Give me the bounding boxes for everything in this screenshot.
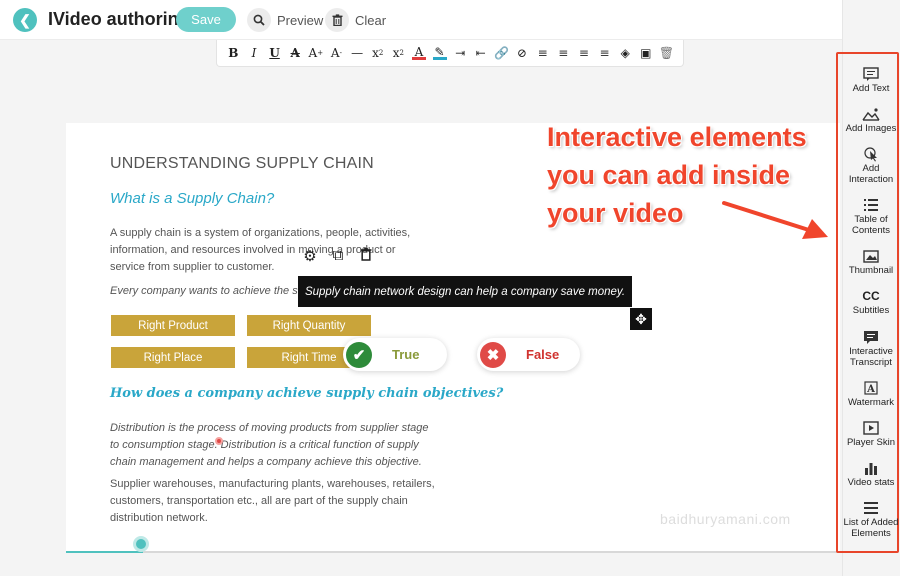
sidebar-item-label: Table of Contents: [851, 214, 891, 236]
interaction-question[interactable]: Supply chain network design can help a c…: [298, 276, 632, 307]
list-icon: [864, 197, 878, 213]
paragraph-network: Supplier warehouses, manufacturing plant…: [110, 478, 435, 524]
link-icon[interactable]: 🔗: [494, 45, 509, 61]
sidebar-item-label: Subtitles: [852, 305, 890, 316]
watermark-icon: A: [864, 380, 878, 396]
justify-icon[interactable]: ≡: [598, 45, 612, 61]
outdent-icon[interactable]: ⇤: [474, 45, 488, 61]
bold-icon[interactable]: B: [226, 45, 240, 61]
preview-label: Preview: [277, 12, 324, 28]
top-bar: ❮ IVideo authoring Save Preview Clear: [0, 0, 842, 40]
picture-icon: [863, 248, 879, 264]
search-icon: [247, 8, 271, 32]
sidebar-item-add-interaction[interactable]: Add Interaction: [842, 146, 900, 185]
trash-icon[interactable]: [359, 247, 373, 265]
delete-icon[interactable]: 🗑: [659, 45, 674, 61]
strikethrough-icon[interactable]: A: [288, 45, 302, 61]
right-quantity-button: Right Quantity: [247, 315, 371, 336]
increase-font-icon[interactable]: A +: [309, 45, 324, 61]
image-add-icon: [862, 106, 880, 122]
marker-dot[interactable]: [215, 437, 223, 445]
eraser-icon[interactable]: ◈: [618, 45, 632, 61]
font-color-icon[interactable]: A: [411, 45, 426, 60]
trash-icon: [325, 8, 349, 32]
page-title: IVideo authoring: [48, 9, 190, 29]
gear-icon[interactable]: ⚙: [303, 247, 317, 265]
superscript-icon[interactable]: x2: [391, 45, 405, 61]
paragraph-definition: A supply chain is a system of organizati…: [110, 227, 411, 273]
sidebar-item-watermark[interactable]: A Watermark: [842, 380, 900, 409]
timeline-progress: [66, 551, 144, 553]
sidebar-item-label: List of Added Elements: [843, 517, 899, 539]
paragraph-distribution: Distribution is the process of moving pr…: [110, 422, 429, 468]
sidebar-item-subtitles[interactable]: CC Subtitles: [842, 288, 900, 317]
svg-text:A: A: [866, 384, 875, 395]
sidebar-item-label: Video stats: [847, 477, 895, 488]
watermark-text: baidhuryamani.com: [660, 511, 791, 527]
align-center-icon[interactable]: ≡: [556, 45, 570, 61]
sidebar-item-label: Thumbnail: [848, 265, 894, 276]
slide-subtitle: What is a Supply Chain?: [110, 190, 275, 207]
unlink-icon[interactable]: ⊘: [515, 45, 529, 61]
image-icon[interactable]: ▣: [639, 45, 653, 61]
sidebar-item-thumbnail[interactable]: Thumbnail: [842, 248, 900, 277]
bar-chart-icon: [864, 460, 878, 476]
paragraph-goal: Every company wants to achieve the suppl…: [110, 285, 310, 297]
move-icon[interactable]: ✥: [630, 308, 652, 330]
annotation-arrow-icon: [722, 201, 828, 239]
indent-icon[interactable]: ⇥: [453, 45, 467, 61]
sidebar-item-add-text[interactable]: Add Text: [842, 66, 900, 95]
sidebar-item-label: Add Text: [852, 83, 890, 94]
save-button[interactable]: Save: [176, 7, 236, 32]
italic-icon[interactable]: I: [247, 45, 261, 61]
sidebar-item-list-of-added-elements[interactable]: List of Added Elements: [842, 500, 900, 539]
underline-icon[interactable]: U: [268, 45, 282, 61]
subscript-icon[interactable]: x2: [371, 45, 385, 61]
play-icon: [863, 420, 879, 436]
check-icon: ✔: [346, 341, 372, 368]
sidebar-item-table-of-contents[interactable]: Table of Contents: [842, 197, 900, 236]
sidebar-item-label: Interactive Transcript: [849, 346, 893, 368]
preview-button[interactable]: Preview: [247, 8, 323, 32]
sidebar-item-add-images[interactable]: Add Images: [842, 106, 900, 135]
true-label: True: [392, 347, 420, 362]
slide-title: UNDERSTANDING SUPPLY CHAIN: [110, 155, 374, 172]
right-place-button: Right Place: [111, 347, 235, 368]
align-right-icon[interactable]: ≡: [577, 45, 591, 61]
right-product-button: Right Product: [111, 315, 235, 336]
true-button[interactable]: ✔ True: [343, 338, 447, 371]
sidebar-item-interactive-transcript[interactable]: Interactive Transcript: [842, 329, 900, 368]
comment-icon: [863, 66, 879, 82]
clear-label: Clear: [355, 12, 387, 28]
clear-button[interactable]: Clear: [325, 8, 386, 32]
chevron-left-icon: ❮: [19, 11, 31, 28]
back-button[interactable]: ❮: [13, 8, 37, 32]
section-heading: How does a company achieve supply chain …: [110, 386, 504, 401]
sidebar-item-video-stats[interactable]: Video stats: [842, 460, 900, 489]
sidebar-item-label: Player Skin: [846, 437, 896, 448]
timeline[interactable]: [66, 551, 840, 553]
close-icon: ✖: [480, 341, 506, 368]
sidebar-item-player-skin[interactable]: Player Skin: [842, 420, 900, 449]
menu-icon: [864, 500, 878, 516]
element-toolbar: ⚙ ⧉: [303, 247, 373, 265]
highlight-icon[interactable]: ✎: [432, 45, 447, 60]
format-toolbar: B I U A A + A- — x2 x2 A ✎ ⇥ ⇤ 🔗 ⊘ ≡ ≡ ≡ …: [216, 40, 684, 67]
pointer-icon: [863, 146, 879, 162]
sidebar-item-label: Watermark: [847, 397, 895, 408]
false-button[interactable]: ✖ False: [477, 338, 580, 371]
false-label: False: [526, 347, 560, 362]
decrease-font-icon[interactable]: A-: [329, 45, 343, 61]
cc-icon: CC: [862, 288, 880, 303]
horizontal-rule-icon[interactable]: —: [350, 45, 364, 61]
playhead[interactable]: [133, 536, 149, 552]
sidebar-item-label: Add Images: [845, 123, 897, 134]
align-left-icon[interactable]: ≡: [536, 45, 550, 61]
duplicate-icon[interactable]: ⧉: [331, 247, 345, 265]
transcript-icon: [863, 329, 879, 345]
sidebar-item-label: Add Interaction: [848, 163, 894, 185]
